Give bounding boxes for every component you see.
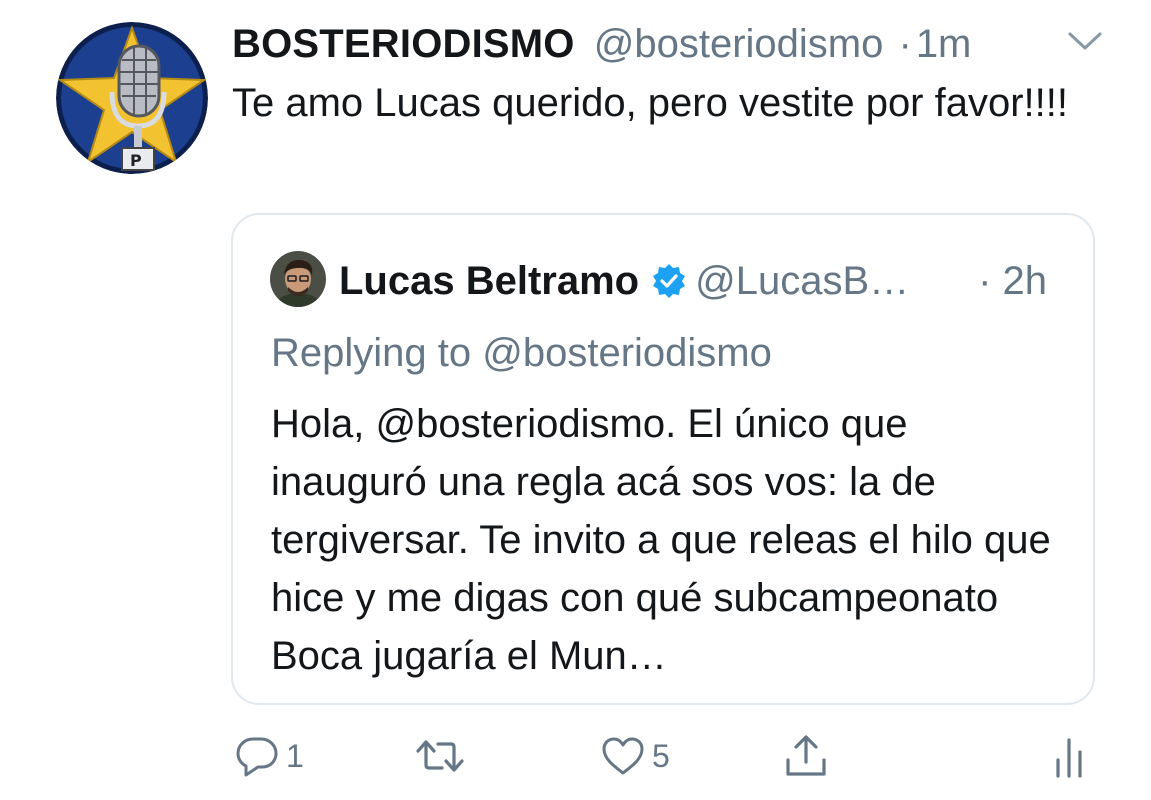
quoted-timestamp[interactable]: · 2h <box>978 253 1047 309</box>
analytics-icon <box>1052 732 1086 780</box>
retweet-icon <box>414 733 466 779</box>
display-name[interactable]: BOSTERIODISMO <box>232 22 575 66</box>
reply-count: 1 <box>286 737 304 774</box>
separator-dot: · <box>898 22 912 66</box>
share-icon <box>782 732 830 780</box>
tweet-timestamp[interactable]: 1m <box>916 22 972 66</box>
verified-badge-icon <box>651 258 687 298</box>
quoted-tweet[interactable]: Lucas Beltramo @LucasB… · 2h Replying to… <box>231 213 1095 705</box>
tweet-text: Te amo Lucas querido, pero vestite por f… <box>232 81 1068 125</box>
chevron-down-icon[interactable] <box>1066 28 1104 54</box>
quoted-handle[interactable]: @LucasB… <box>695 259 909 303</box>
user-handle[interactable]: @bosteriodismo <box>594 22 884 66</box>
quoted-header: Lucas Beltramo @LucasB… · 2h <box>339 253 1047 309</box>
action-bar: 1 5 <box>0 728 1151 784</box>
tweet-header: BOSTERIODISMO @bosteriodismo · 1m <box>232 16 1091 72</box>
quoted-avatar[interactable] <box>270 251 326 307</box>
reply-button[interactable]: 1 <box>234 728 304 784</box>
svg-text:P: P <box>130 151 142 170</box>
analytics-button[interactable] <box>1052 728 1086 784</box>
share-button[interactable] <box>782 728 830 784</box>
replying-to[interactable]: Replying to @bosteriodismo <box>271 325 772 381</box>
quoted-display-name[interactable]: Lucas Beltramo <box>339 259 639 303</box>
like-button[interactable]: 5 <box>600 728 670 784</box>
like-count: 5 <box>652 737 670 774</box>
quoted-text: Hola, @bosteriodismo. El único que inaug… <box>271 402 1051 678</box>
reply-icon <box>234 733 280 779</box>
avatar[interactable]: P <box>56 22 208 174</box>
retweet-button[interactable] <box>414 728 472 784</box>
tweet: P BOSTERIODISMO @bosteriodismo · 1m Te am… <box>0 0 1151 800</box>
like-icon <box>600 733 646 779</box>
